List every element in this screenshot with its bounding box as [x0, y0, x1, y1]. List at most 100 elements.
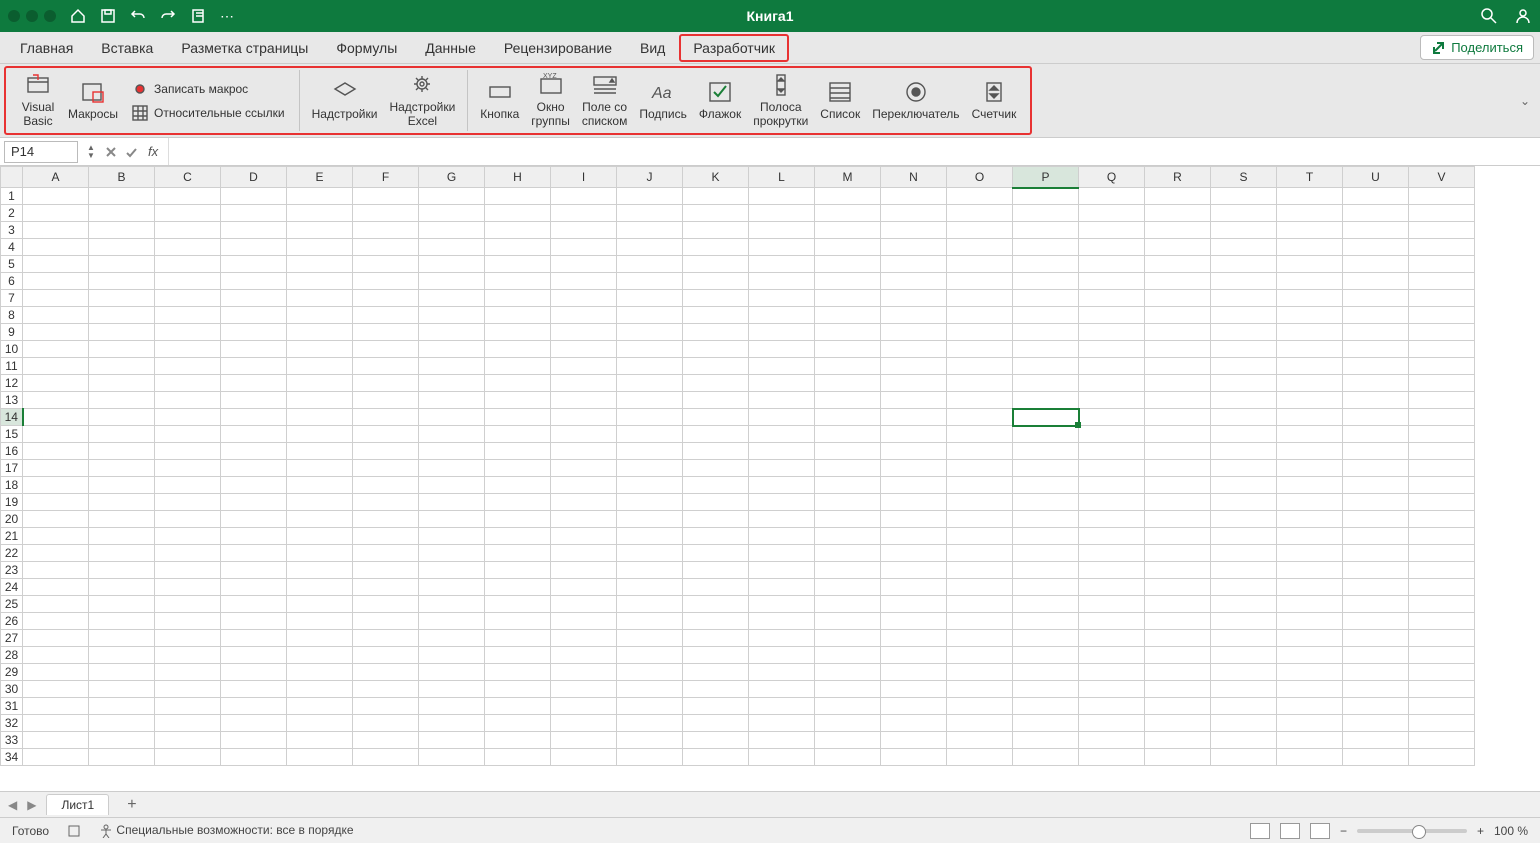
col-header[interactable]: D: [221, 167, 287, 188]
cell[interactable]: [419, 596, 485, 613]
cell[interactable]: [1277, 409, 1343, 426]
row-header[interactable]: 25: [1, 596, 23, 613]
cell[interactable]: [1013, 664, 1079, 681]
cell[interactable]: [1013, 307, 1079, 324]
cell[interactable]: [551, 358, 617, 375]
row-header[interactable]: 13: [1, 392, 23, 409]
cell[interactable]: [1343, 222, 1409, 239]
cell[interactable]: [485, 239, 551, 256]
cell[interactable]: [89, 647, 155, 664]
cell[interactable]: [485, 443, 551, 460]
cell[interactable]: [815, 477, 881, 494]
tab-developer[interactable]: Разработчик: [679, 34, 789, 62]
cell[interactable]: [749, 358, 815, 375]
tab-review[interactable]: Рецензирование: [490, 34, 626, 62]
cell[interactable]: [353, 256, 419, 273]
cell[interactable]: [1211, 613, 1277, 630]
cell[interactable]: [485, 256, 551, 273]
cell[interactable]: [1409, 698, 1475, 715]
cell[interactable]: [1409, 647, 1475, 664]
button-control[interactable]: Кнопка: [474, 80, 525, 121]
cell[interactable]: [1145, 613, 1211, 630]
cell[interactable]: [1079, 545, 1145, 562]
cell[interactable]: [419, 409, 485, 426]
cell[interactable]: [1211, 307, 1277, 324]
cell[interactable]: [1079, 630, 1145, 647]
cell[interactable]: [815, 494, 881, 511]
cell[interactable]: [1013, 205, 1079, 222]
cell[interactable]: [353, 358, 419, 375]
cell[interactable]: [353, 579, 419, 596]
cell[interactable]: [485, 494, 551, 511]
cell[interactable]: [881, 409, 947, 426]
cell[interactable]: [551, 426, 617, 443]
cell[interactable]: [221, 460, 287, 477]
cell[interactable]: [947, 392, 1013, 409]
cell[interactable]: [287, 732, 353, 749]
cell[interactable]: [815, 681, 881, 698]
cell[interactable]: [947, 749, 1013, 766]
cell[interactable]: [683, 205, 749, 222]
macro-status-icon[interactable]: [67, 824, 81, 838]
cell[interactable]: [881, 477, 947, 494]
row-header[interactable]: 15: [1, 426, 23, 443]
cell[interactable]: [749, 375, 815, 392]
cell[interactable]: [89, 341, 155, 358]
cell[interactable]: [221, 222, 287, 239]
tab-data[interactable]: Данные: [411, 34, 490, 62]
cell[interactable]: [1013, 511, 1079, 528]
cell[interactable]: [287, 443, 353, 460]
cell[interactable]: [419, 290, 485, 307]
cell[interactable]: [89, 443, 155, 460]
cell[interactable]: [815, 290, 881, 307]
cell[interactable]: [617, 222, 683, 239]
cell[interactable]: [1145, 664, 1211, 681]
cell[interactable]: [23, 426, 89, 443]
cell[interactable]: [419, 698, 485, 715]
cell[interactable]: [287, 426, 353, 443]
cell[interactable]: [1013, 681, 1079, 698]
cell[interactable]: [419, 630, 485, 647]
cell[interactable]: [1343, 664, 1409, 681]
cell[interactable]: [881, 443, 947, 460]
cell[interactable]: [1409, 307, 1475, 324]
cell[interactable]: [287, 511, 353, 528]
cell[interactable]: [947, 528, 1013, 545]
cell[interactable]: [353, 681, 419, 698]
cell[interactable]: [881, 426, 947, 443]
row-header[interactable]: 30: [1, 681, 23, 698]
row-header[interactable]: 21: [1, 528, 23, 545]
cell[interactable]: [551, 545, 617, 562]
col-header[interactable]: S: [1211, 167, 1277, 188]
cell[interactable]: [683, 681, 749, 698]
cell[interactable]: [419, 460, 485, 477]
cell[interactable]: [155, 749, 221, 766]
cell[interactable]: [551, 375, 617, 392]
cell[interactable]: [815, 579, 881, 596]
cell[interactable]: [1211, 477, 1277, 494]
cell[interactable]: [617, 749, 683, 766]
cell[interactable]: [1145, 426, 1211, 443]
cell[interactable]: [1277, 460, 1343, 477]
cell[interactable]: [1343, 409, 1409, 426]
cell[interactable]: [1343, 630, 1409, 647]
cell[interactable]: [485, 205, 551, 222]
col-header[interactable]: K: [683, 167, 749, 188]
view-pagelayout-button[interactable]: [1280, 823, 1300, 839]
cell[interactable]: [1013, 460, 1079, 477]
tab-insert[interactable]: Вставка: [87, 34, 167, 62]
cell[interactable]: [551, 392, 617, 409]
col-header[interactable]: E: [287, 167, 353, 188]
cell[interactable]: [881, 596, 947, 613]
cell[interactable]: [1409, 528, 1475, 545]
cell[interactable]: [23, 579, 89, 596]
cell[interactable]: [89, 613, 155, 630]
cell[interactable]: [815, 715, 881, 732]
cell[interactable]: [617, 647, 683, 664]
cell[interactable]: [419, 511, 485, 528]
cell[interactable]: [1145, 358, 1211, 375]
cell[interactable]: [1013, 409, 1079, 426]
cell[interactable]: [1013, 290, 1079, 307]
cell[interactable]: [353, 341, 419, 358]
cell[interactable]: [1013, 732, 1079, 749]
